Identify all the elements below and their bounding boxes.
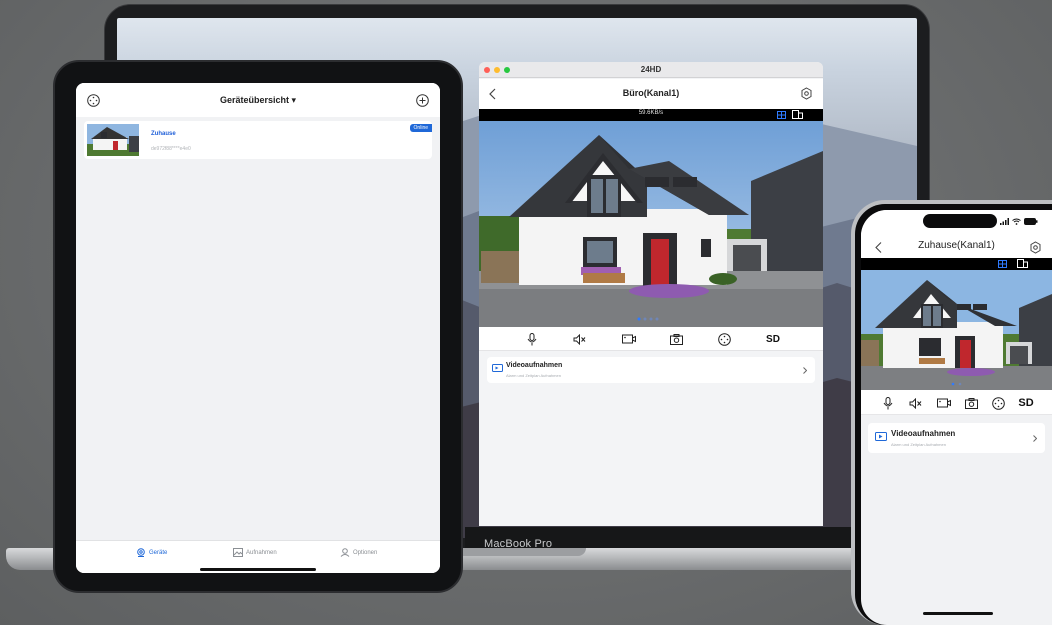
device-overview-title[interactable]: Geräteübersicht ▾ <box>76 95 440 106</box>
recordings-subtitle: Alarm und Zeitplan Aufnahmen <box>506 373 561 378</box>
recordings-title: Videoaufnahmen <box>506 362 563 369</box>
settings-gear-icon[interactable] <box>1029 241 1042 254</box>
mac-nav-bar: Büro(Kanal1) <box>479 79 823 109</box>
ipad-screen: Geräteübersicht ▾ Zuhause de972f88****e4… <box>76 83 440 573</box>
microphone-icon[interactable] <box>879 395 897 411</box>
grid-view-icon[interactable] <box>777 111 786 119</box>
tab-recordings[interactable]: Aufnahmen <box>233 548 277 557</box>
window-title: 24HD <box>640 65 662 74</box>
camera-title: Zuhause(Kanal1) <box>918 240 995 251</box>
wifi-icon <box>1012 218 1021 225</box>
tab-options[interactable]: Optionen <box>340 548 377 557</box>
house-camera-image <box>479 121 823 327</box>
split-view-icon[interactable] <box>1017 259 1028 268</box>
tab-devices[interactable]: Geräte <box>136 548 167 557</box>
device-thumbnail <box>87 124 139 156</box>
camera-icon <box>137 548 145 557</box>
tab-label: Aufnahmen <box>246 549 277 556</box>
iphone-control-bar: SD <box>861 390 1052 415</box>
user-icon <box>340 548 350 557</box>
recordings-card[interactable]: Videoaufnahmen Alarm und Zeitplan Aufnah… <box>487 357 815 383</box>
mac-app-window: 24HD Büro(Kanal1) 59.6KB/s SD Videoaufna… <box>479 62 823 526</box>
iphone-view-bar <box>861 258 1052 270</box>
snapshot-camera-icon[interactable] <box>667 331 685 347</box>
recordings-title: Videoaufnahmen <box>891 429 956 438</box>
ptz-control-icon[interactable] <box>989 395 1007 411</box>
device-card[interactable]: Zuhause de972f88****e4e0 Online <box>84 121 432 159</box>
recordings-icon <box>492 364 503 372</box>
tab-label: Optionen <box>353 549 378 556</box>
device-name: Zuhause <box>151 131 176 137</box>
recordings-icon <box>875 432 887 441</box>
home-indicator <box>200 568 316 571</box>
grid-view-icon[interactable] <box>998 260 1007 268</box>
sd-card-button[interactable]: SD <box>1015 395 1037 411</box>
live-video-feed[interactable] <box>479 121 823 327</box>
dynamic-island <box>923 214 997 228</box>
tab-label: Geräte <box>149 549 168 556</box>
speaker-muted-icon[interactable] <box>570 331 588 347</box>
iphone-nav-bar: Zuhause(Kanal1) <box>861 236 1052 258</box>
device-id: de972f88****e4e0 <box>151 146 191 152</box>
recordings-subtitle: Alarm und Zeitplan Aufnahmen <box>891 442 946 447</box>
bitrate-readout: 59.6KB/s <box>638 110 664 116</box>
ipad-tab-bar: Geräte Aufnahmen Optionen <box>76 540 440 573</box>
mac-control-bar: SD <box>479 327 823 351</box>
signal-icon <box>1000 218 1009 225</box>
chevron-right-icon <box>1033 435 1037 442</box>
add-device-icon[interactable] <box>416 94 429 107</box>
status-bar <box>861 210 1052 236</box>
online-status-badge: Online <box>409 124 432 132</box>
settings-gear-icon[interactable] <box>800 87 813 100</box>
microphone-icon[interactable] <box>523 331 541 347</box>
image-icon <box>233 548 243 557</box>
battery-icon <box>1024 218 1038 225</box>
window-titlebar: 24HD <box>479 62 823 78</box>
camera-title: Büro(Kanal1) <box>622 88 680 98</box>
ipad-header: Geräteübersicht ▾ <box>76 83 440 117</box>
ptz-control-icon[interactable] <box>715 331 733 347</box>
speaker-muted-icon[interactable] <box>906 395 924 411</box>
macbook-thumb-notch <box>452 548 586 556</box>
record-video-icon[interactable] <box>935 395 953 411</box>
chevron-right-icon <box>803 367 807 374</box>
recordings-card[interactable]: Videoaufnahmen Alarm und Zeitplan Aufnah… <box>868 423 1045 453</box>
house-camera-image <box>861 270 1052 390</box>
live-video-feed[interactable] <box>861 270 1052 390</box>
speed-bar: 59.6KB/s <box>479 109 823 121</box>
snapshot-camera-icon[interactable] <box>962 395 980 411</box>
home-indicator <box>923 612 993 615</box>
record-video-icon[interactable] <box>620 331 638 347</box>
sd-card-button[interactable]: SD <box>762 331 784 347</box>
split-view-icon[interactable] <box>792 110 803 119</box>
iphone-screen: Zuhause(Kanal1) SD Videoaufnahmen Alarm … <box>861 210 1052 625</box>
